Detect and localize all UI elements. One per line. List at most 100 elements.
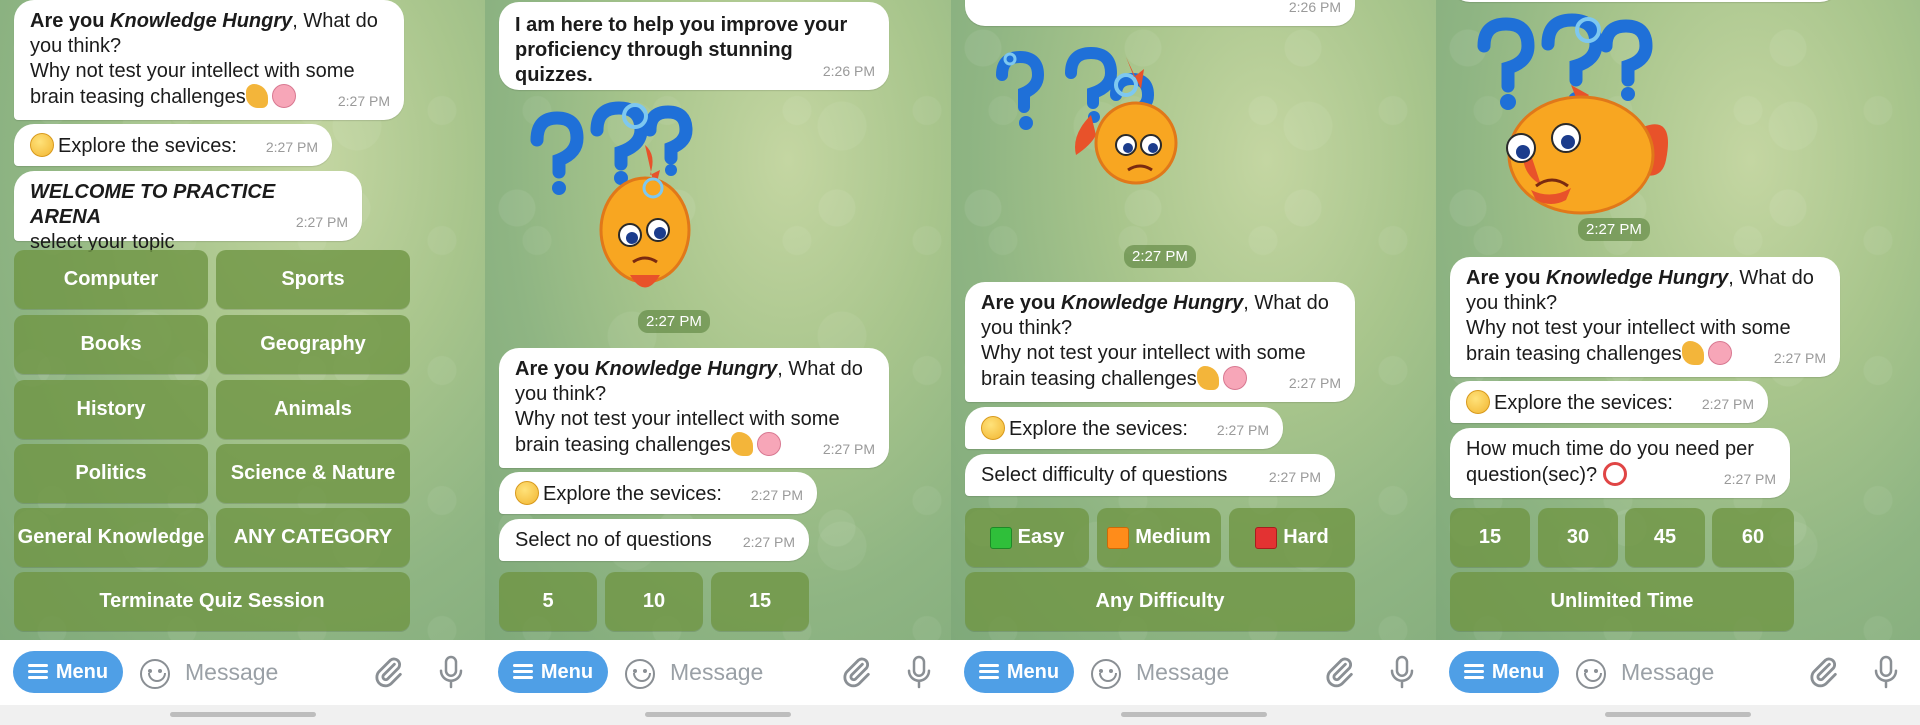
previous-message <box>1450 0 1840 2</box>
message-input-bar: Menu <box>485 640 951 705</box>
attach-icon[interactable] <box>1806 655 1840 689</box>
emoji-icon[interactable] <box>625 659 655 689</box>
thinking-face-icon <box>30 133 54 157</box>
prompt-text: brain teasing challenges <box>515 434 731 456</box>
previous-message: 2:26 PM <box>965 0 1355 26</box>
hamburger-menu-icon <box>978 664 999 680</box>
prompt-text: , What do <box>1243 292 1329 314</box>
brain-icon <box>1707 341 1732 365</box>
message-time: 2:27 PM <box>822 441 875 457</box>
prompt-text: Why not test your intellect with some <box>30 60 355 82</box>
alarm-clock-icon <box>1602 462 1627 486</box>
knowledge-hungry-message: Are you Knowledge Hungry, What do you th… <box>14 0 404 120</box>
time-button-15[interactable]: 15 <box>1450 508 1530 567</box>
prompt-text: Why not test your intellect with some <box>515 408 840 430</box>
chat-panel-time: 2:27 PM Are you Knowledge Hungry, What d… <box>1436 0 1920 725</box>
attach-icon[interactable] <box>1322 655 1356 689</box>
microphone-icon[interactable] <box>904 654 934 690</box>
microphone-icon[interactable] <box>436 654 466 690</box>
message-time: 2:26 PM <box>822 63 875 79</box>
count-button-15[interactable]: 15 <box>711 572 809 631</box>
flexed-biceps-icon <box>245 84 268 108</box>
time-button-60[interactable]: 60 <box>1712 508 1794 567</box>
microphone-icon[interactable] <box>1871 654 1901 690</box>
time-question-message: How much time do you need per question(s… <box>1450 428 1790 498</box>
menu-button[interactable]: Menu <box>964 651 1074 693</box>
message-input[interactable] <box>185 654 345 690</box>
explore-message: Explore the sevices: 2:27 PM <box>1450 381 1768 423</box>
unlimited-time-button[interactable]: Unlimited Time <box>1450 572 1794 631</box>
orange-square-icon <box>1107 526 1130 549</box>
attach-icon[interactable] <box>371 655 405 689</box>
topic-button-geography[interactable]: Geography <box>216 315 410 374</box>
difficulty-button-hard[interactable]: Hard <box>1229 508 1355 567</box>
menu-button[interactable]: Menu <box>13 651 123 693</box>
question-text: question(sec)? <box>1466 464 1598 486</box>
brain-icon <box>756 432 781 456</box>
message-input[interactable] <box>1621 654 1781 690</box>
count-button-5[interactable]: 5 <box>499 572 597 631</box>
menu-label: Menu <box>1006 660 1060 683</box>
hamburger-menu-icon <box>1463 664 1484 680</box>
menu-button[interactable]: Menu <box>1449 651 1559 693</box>
topic-button-science-nature[interactable]: Science & Nature <box>216 444 410 503</box>
explore-text: Explore the sevices: <box>1494 392 1673 414</box>
topic-button-history[interactable]: History <box>14 380 208 439</box>
time-button-45[interactable]: 45 <box>1625 508 1705 567</box>
time-button-30[interactable]: 30 <box>1538 508 1618 567</box>
chat-area: 2:26 PM 2:27 PM Are you Knowledge Hungry… <box>951 0 1436 640</box>
attach-icon[interactable] <box>839 655 873 689</box>
message-time: 2:26 PM <box>1288 0 1341 15</box>
prompt-text: brain teasing challenges <box>30 86 246 108</box>
chat-panel-topics: Are you Knowledge Hungry, What do you th… <box>0 0 485 725</box>
prompt-text: you think? <box>1466 292 1558 314</box>
count-button-10[interactable]: 10 <box>605 572 703 631</box>
topic-button-any-category[interactable]: ANY CATEGORY <box>216 508 410 567</box>
knowledge-hungry-message: Are you Knowledge Hungry, What do you th… <box>1450 257 1840 377</box>
intro-text: proficiency through stunning quizzes. <box>515 39 793 86</box>
message-time: 2:27 PM <box>265 139 318 155</box>
home-gesture-handle[interactable] <box>1120 712 1267 717</box>
difficulty-button-easy[interactable]: Easy <box>965 508 1089 567</box>
message-input[interactable] <box>670 654 830 690</box>
message-time: 2:27 PM <box>1268 469 1321 485</box>
menu-label: Menu <box>55 660 109 683</box>
message-time: 2:27 PM <box>1701 396 1754 412</box>
menu-button[interactable]: Menu <box>498 651 608 693</box>
message-input-bar: Menu <box>1436 640 1920 705</box>
topic-button-animals[interactable]: Animals <box>216 380 410 439</box>
navigation-bar <box>951 705 1436 725</box>
emoji-icon[interactable] <box>1576 659 1606 689</box>
prompt-emphasis: Knowledge Hungry <box>1546 267 1729 289</box>
topic-button-general-knowledge[interactable]: General Knowledge <box>14 508 208 567</box>
home-gesture-handle[interactable] <box>1605 712 1751 717</box>
difficulty-button-medium[interactable]: Medium <box>1097 508 1221 567</box>
prompt-text: you think? <box>981 317 1073 339</box>
emoji-icon[interactable] <box>1091 659 1121 689</box>
emoji-icon[interactable] <box>140 659 170 689</box>
red-square-icon <box>1255 526 1278 549</box>
home-gesture-handle[interactable] <box>169 712 316 717</box>
sticker-time: 2:27 PM <box>638 310 710 333</box>
message-input-bar: Menu <box>951 640 1436 705</box>
message-input-bar: Menu <box>0 640 485 705</box>
confused-fish-sticker <box>996 46 1178 185</box>
terminate-session-button[interactable]: Terminate Quiz Session <box>14 572 410 631</box>
message-time: 2:27 PM <box>750 487 803 503</box>
prompt-text: , What do <box>1728 267 1814 289</box>
topic-button-books[interactable]: Books <box>14 315 208 374</box>
message-input[interactable] <box>1136 654 1296 690</box>
prompt-text: , What do <box>292 10 378 32</box>
welcome-message: WELCOME TO PRACTICE ARENA select your to… <box>14 171 362 253</box>
sticker-time: 2:27 PM <box>1578 218 1650 241</box>
any-difficulty-button[interactable]: Any Difficulty <box>965 572 1355 631</box>
home-gesture-handle[interactable] <box>645 712 791 717</box>
prompt-text: Why not test your intellect with some <box>1466 317 1791 339</box>
prompt-text: you think? <box>30 35 122 57</box>
topic-button-sports[interactable]: Sports <box>216 250 410 309</box>
navigation-bar <box>485 705 951 725</box>
microphone-icon[interactable] <box>1387 654 1417 690</box>
button-label: Hard <box>1283 526 1329 548</box>
topic-button-computer[interactable]: Computer <box>14 250 208 309</box>
topic-button-politics[interactable]: Politics <box>14 444 208 503</box>
